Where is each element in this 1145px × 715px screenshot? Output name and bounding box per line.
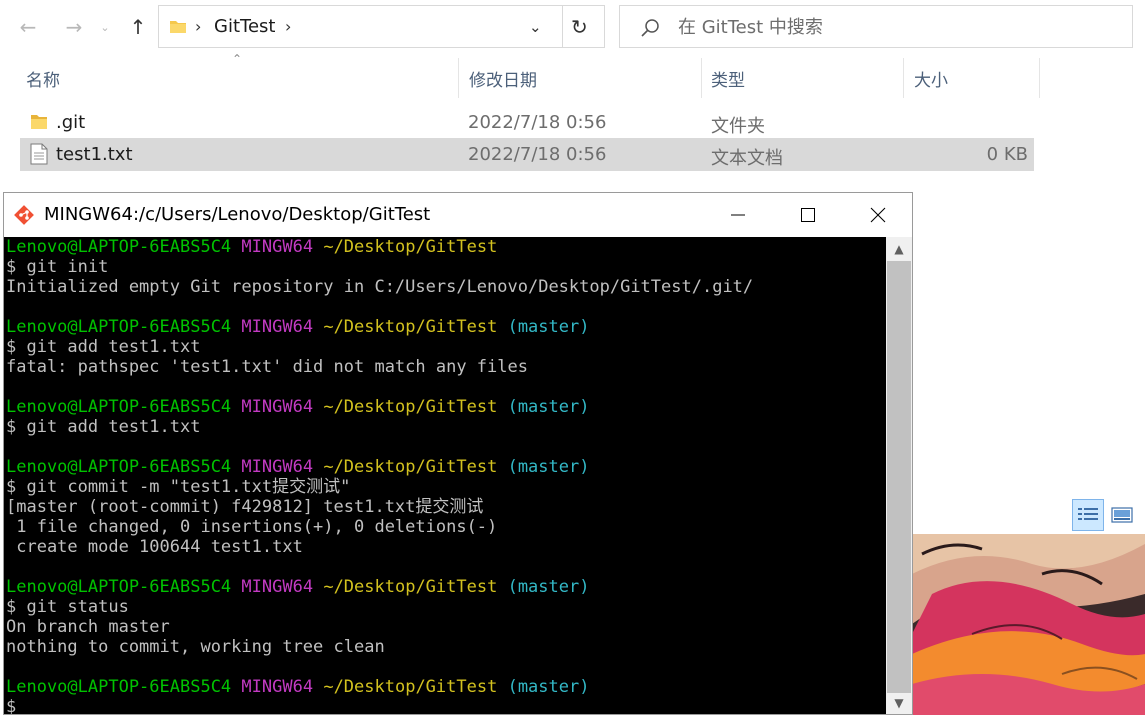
- maximize-button[interactable]: [773, 193, 843, 237]
- file-date: 2022/7/18 0:56: [468, 144, 607, 165]
- column-divider[interactable]: [701, 58, 702, 98]
- scroll-up-button[interactable]: ▲: [886, 239, 912, 259]
- prompt-env: MINGW64: [241, 317, 314, 337]
- terminal-console[interactable]: Lenovo@LAPTOP-6EABS5C4 MINGW64 ~/Desktop…: [4, 237, 886, 714]
- column-header-date[interactable]: 修改日期: [469, 66, 537, 91]
- prompt-user: Lenovo@LAPTOP-6EABS5C4: [6, 317, 232, 337]
- terminal-output: Lenovo@LAPTOP-6EABS5C4 MINGW64 ~/Desktop…: [4, 237, 886, 714]
- folder-icon: [170, 21, 186, 33]
- maximize-icon: [801, 208, 815, 222]
- terminal-line: Initialized empty Git repository in C:/U…: [6, 277, 754, 297]
- search-input[interactable]: [678, 15, 1098, 39]
- prompt-path: ~/Desktop/GitTest: [323, 317, 498, 337]
- prompt-path: ~/Desktop/GitTest: [323, 457, 498, 477]
- file-row[interactable]: .git 2022/7/18 0:56 文件夹: [20, 106, 1034, 139]
- column-divider[interactable]: [903, 58, 904, 98]
- terminal-line: $ git add test1.txt: [6, 337, 201, 357]
- prompt-path: ~/Desktop/GitTest: [323, 677, 498, 697]
- chevron-down-icon: ▼: [894, 696, 904, 710]
- text-file-icon: [30, 143, 48, 165]
- details-view-icon: [1078, 508, 1098, 520]
- breadcrumb-gittest[interactable]: GitTest: [214, 16, 275, 37]
- close-button[interactable]: [843, 193, 912, 237]
- prompt-user: Lenovo@LAPTOP-6EABS5C4: [6, 577, 232, 597]
- terminal-line: nothing to commit, working tree clean: [6, 637, 385, 657]
- window-title: MINGW64:/c/Users/Lenovo/Desktop/GitTest: [44, 204, 431, 225]
- prompt-path: ~/Desktop/GitTest: [323, 237, 498, 257]
- terminal-line: 1 file changed, 0 insertions(+), 0 delet…: [6, 517, 498, 537]
- terminal-input-line[interactable]: $: [6, 697, 16, 714]
- desktop-wallpaper: [912, 534, 1145, 715]
- large-icons-view-icon: [1111, 507, 1133, 523]
- terminal-line: $ git init: [6, 257, 109, 277]
- prompt-env: MINGW64: [241, 577, 314, 597]
- terminal-line: On branch master: [6, 617, 170, 637]
- minimize-button[interactable]: [703, 193, 773, 237]
- sort-ascending-icon: ⌃: [232, 52, 243, 66]
- terminal-line: $ git add test1.txt: [6, 417, 201, 437]
- file-name: test1.txt: [56, 144, 133, 165]
- file-type: 文件夹: [711, 116, 765, 137]
- file-type: 文本文档: [711, 148, 783, 169]
- file-size: 0 KB: [986, 144, 1028, 165]
- prompt-path: ~/Desktop/GitTest: [323, 397, 498, 417]
- prompt-user: Lenovo@LAPTOP-6EABS5C4: [6, 457, 232, 477]
- prompt-branch: (master): [507, 317, 590, 337]
- refresh-button[interactable]: ↻: [571, 15, 588, 39]
- prompt-branch: (master): [507, 457, 590, 477]
- prompt-env: MINGW64: [241, 457, 314, 477]
- column-header-size[interactable]: 大小: [914, 66, 948, 91]
- column-header-name[interactable]: 名称: [26, 66, 60, 91]
- prompt-branch: (master): [507, 397, 590, 417]
- recent-locations-button[interactable]: ⌄: [95, 12, 115, 42]
- address-bar[interactable]: › GitTest › ⌄ ↻: [158, 5, 605, 48]
- chevron-up-icon: ▲: [894, 242, 904, 256]
- prompt-user: Lenovo@LAPTOP-6EABS5C4: [6, 237, 232, 257]
- arrow-right-icon: →: [65, 15, 83, 39]
- mingw64-terminal-window[interactable]: MINGW64:/c/Users/Lenovo/Desktop/GitTest …: [3, 192, 913, 715]
- search-icon: [641, 19, 659, 37]
- file-name: .git: [56, 112, 86, 133]
- prompt-env: MINGW64: [241, 677, 314, 697]
- details-view-button[interactable]: [1072, 499, 1104, 531]
- git-logo-icon: [14, 205, 34, 225]
- prompt-env: MINGW64: [241, 397, 314, 417]
- up-button[interactable]: ↑: [124, 12, 152, 42]
- minimize-icon: [731, 214, 745, 216]
- arrow-up-icon: ↑: [129, 15, 147, 39]
- column-header-type[interactable]: 类型: [711, 66, 745, 91]
- back-button[interactable]: ←: [14, 12, 42, 42]
- terminal-line: $ git status: [6, 597, 129, 617]
- arrow-left-icon: ←: [19, 15, 37, 39]
- file-date: 2022/7/18 0:56: [468, 112, 607, 133]
- close-icon: [870, 207, 886, 223]
- prompt-branch: (master): [507, 577, 590, 597]
- chevron-down-icon: ⌄: [100, 20, 110, 34]
- prompt-branch: (master): [507, 677, 590, 697]
- folder-icon: [31, 115, 47, 129]
- breadcrumb-chevron-icon: ›: [195, 17, 202, 36]
- address-divider: [562, 6, 563, 47]
- prompt-env: MINGW64: [241, 237, 314, 257]
- desktop: ← → ⌄ ↑ › GitTest › ⌄ ↻ 在 GitTest 中搜索 ⌃ …: [0, 0, 1145, 715]
- terminal-line: $ git commit -m "test1.txt提交测试": [6, 477, 351, 497]
- prompt-user: Lenovo@LAPTOP-6EABS5C4: [6, 397, 232, 417]
- breadcrumb-chevron-icon[interactable]: ›: [285, 17, 291, 36]
- terminal-line: fatal: pathspec 'test1.txt' did not matc…: [6, 357, 528, 377]
- scrollbar-thumb[interactable]: [887, 261, 911, 693]
- forward-button[interactable]: →: [60, 12, 88, 42]
- address-dropdown-icon[interactable]: ⌄: [529, 18, 542, 36]
- terminal-line: [master (root-commit) f429812] test1.txt…: [6, 497, 484, 517]
- terminal-line: create mode 100644 test1.txt: [6, 537, 303, 557]
- terminal-titlebar[interactable]: MINGW64:/c/Users/Lenovo/Desktop/GitTest: [4, 193, 912, 237]
- large-icons-view-button[interactable]: [1106, 499, 1138, 531]
- column-divider[interactable]: [1039, 58, 1040, 98]
- column-divider[interactable]: [458, 58, 459, 98]
- prompt-path: ~/Desktop/GitTest: [323, 577, 498, 597]
- prompt-user: Lenovo@LAPTOP-6EABS5C4: [6, 677, 232, 697]
- scroll-down-button[interactable]: ▼: [886, 693, 912, 713]
- terminal-scrollbar[interactable]: ▲ ▼: [886, 237, 912, 714]
- search-box[interactable]: [619, 5, 1133, 48]
- file-row[interactable]: test1.txt 2022/7/18 0:56 文本文档 0 KB: [20, 138, 1034, 171]
